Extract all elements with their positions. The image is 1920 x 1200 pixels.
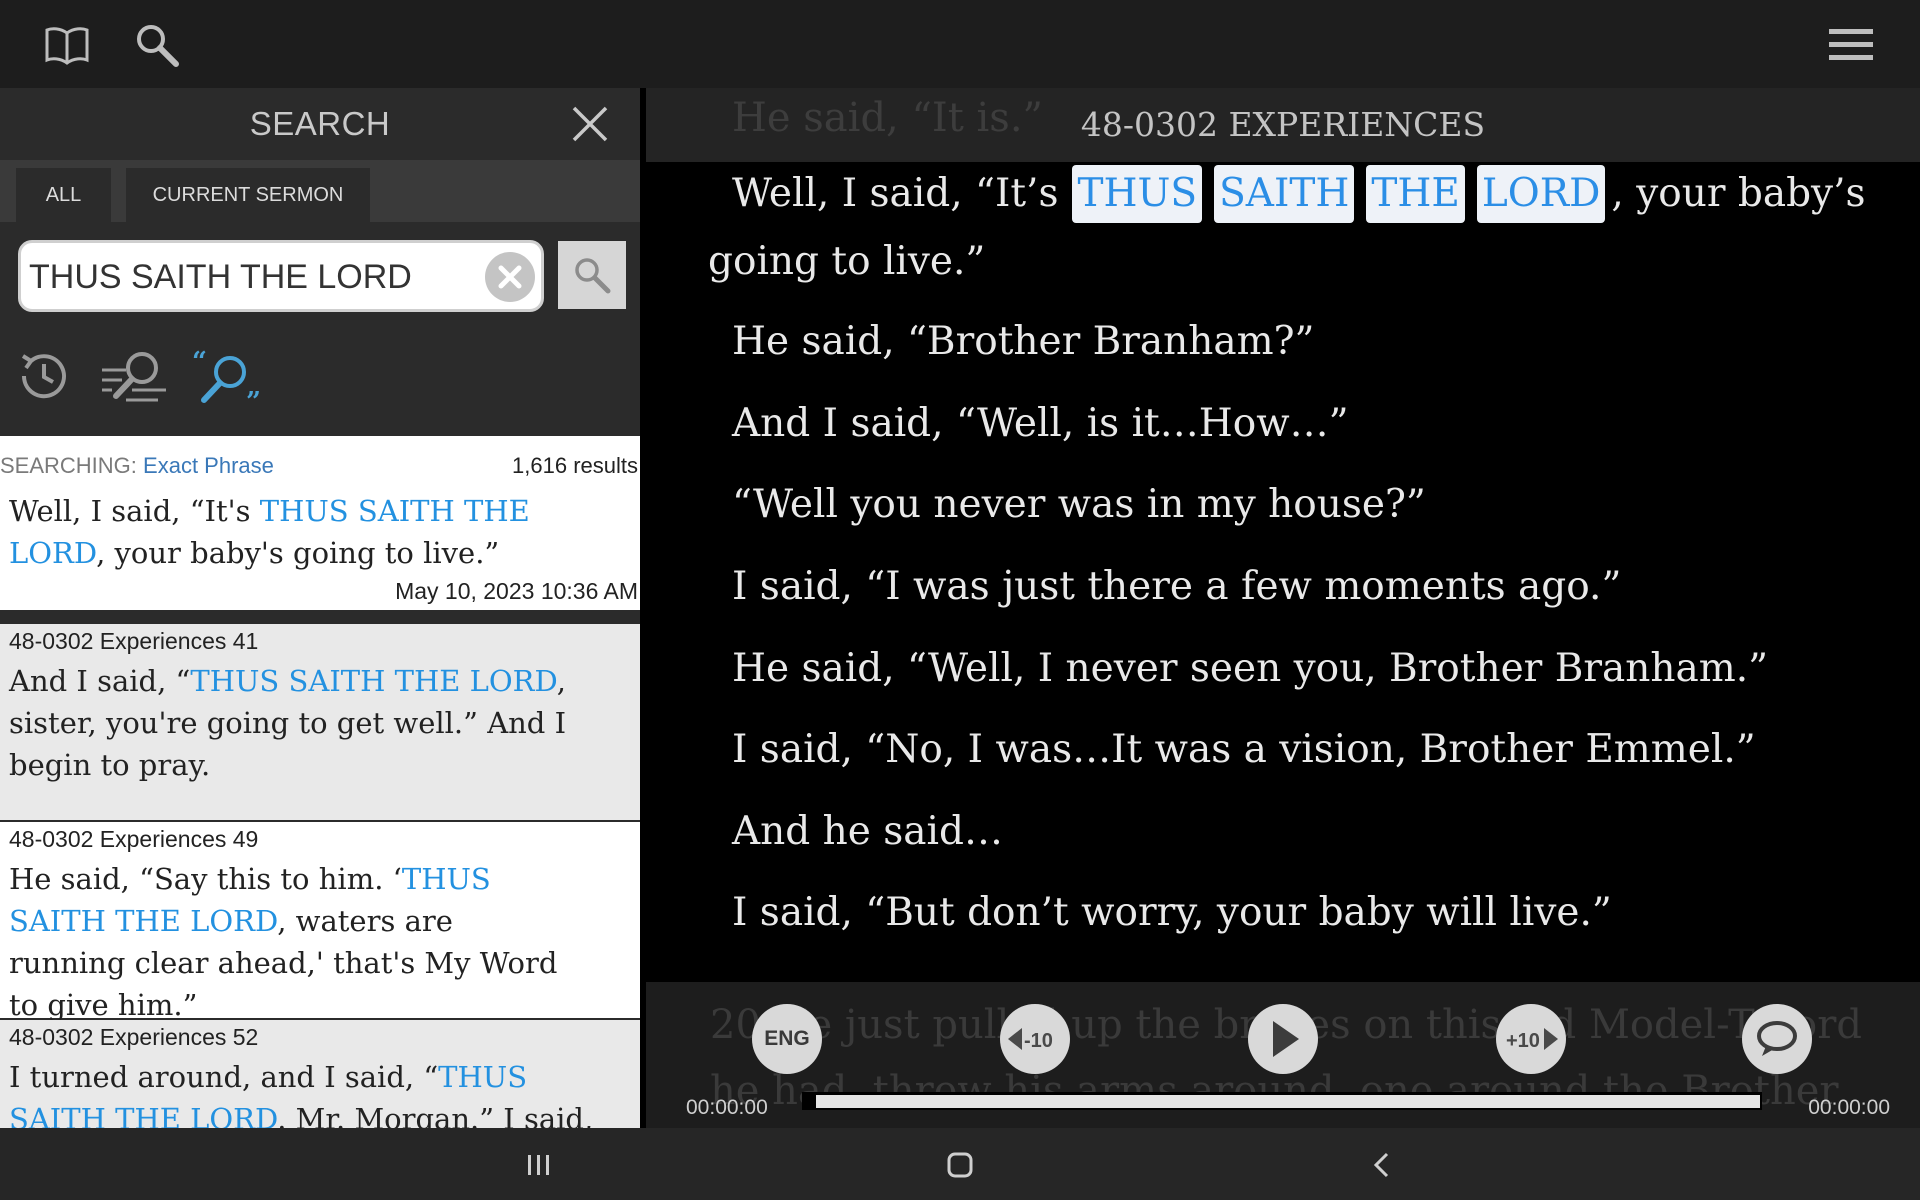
search-mode-options: “” — [0, 330, 640, 436]
status-label: SEARCHING: — [0, 453, 137, 478]
play-button[interactable] — [1248, 1004, 1318, 1074]
play-icon — [1273, 1021, 1299, 1057]
elapsed-time: 00:00:00 — [686, 1096, 768, 1119]
search-box — [18, 240, 544, 312]
paragraph: I said, “But don’t worry, your baby will… — [732, 890, 1612, 935]
search-icon[interactable] — [132, 20, 182, 70]
chat-button[interactable] — [1742, 1004, 1812, 1074]
sermon-title: 48-0302 EXPERIENCES — [1080, 105, 1486, 144]
forward-label: +10 — [1506, 1030, 1540, 1052]
chat-icon — [1757, 1021, 1797, 1056]
progress-track — [816, 1095, 1760, 1108]
sermon-reader: He said, “It is.” 48-0302 EXPERIENCES We… — [646, 88, 1920, 1128]
search-scope-tabs: ALL CURRENT SERMON — [0, 160, 640, 222]
result-text: Well, I said, “It's THUS SAITH THE LORD,… — [9, 494, 530, 570]
result-text: He said, “Say this to him. ‘THUS SAITH T… — [9, 862, 558, 1022]
status-mode: Exact Phrase — [143, 453, 274, 478]
result-text: And I said, “THUS SAITH THE LORD, sister… — [9, 664, 567, 782]
paragraph: And I said, “Well, is it…How…” — [732, 401, 1349, 446]
forward-icon: +10 — [1506, 1028, 1558, 1052]
search-panel-header: SEARCH — [0, 88, 640, 160]
result-date: May 10, 2023 10:36 AM — [395, 578, 638, 604]
paragraph: He said, “Well, I never seen you, Brothe… — [732, 646, 1769, 691]
app-toolbar — [0, 0, 1920, 88]
home-icon[interactable] — [930, 1140, 990, 1190]
tab-all[interactable]: ALL — [16, 168, 111, 222]
clear-icon[interactable] — [485, 252, 535, 302]
language-button[interactable]: ENG — [752, 1004, 822, 1074]
back-icon[interactable] — [1352, 1140, 1412, 1190]
recent-apps-icon[interactable] — [509, 1140, 569, 1190]
search-status: SEARCHING: Exact Phrase 1,616 results — [0, 436, 640, 490]
list-item[interactable]: 48-0302 Experiences 52 I turned around, … — [0, 1020, 640, 1128]
rewind-icon: -10 — [1008, 1028, 1053, 1052]
search-exact-phrase-icon[interactable]: “” — [190, 346, 264, 417]
search-button[interactable] — [558, 241, 626, 309]
book-icon[interactable] — [42, 20, 92, 70]
forward-button[interactable]: +10 — [1496, 1004, 1566, 1074]
list-item[interactable]: 48-0302 Experiences 41 And I said, “THUS… — [0, 624, 640, 820]
paragraph: “Well you never was in my house?” — [732, 482, 1426, 527]
result-count: 1,616 results — [512, 453, 638, 478]
result-reference: 48-0302 Experiences 49 — [9, 826, 259, 852]
paragraph: And he said… — [732, 809, 1003, 854]
list-item[interactable]: 48-0302 Experiences 49 He said, “Say thi… — [0, 822, 640, 1022]
svg-text:“: “ — [192, 347, 207, 377]
svg-text:”: ” — [246, 387, 261, 412]
audio-player: 20 He just pulled up the brakes on this … — [646, 982, 1920, 1128]
result-reference: 48-0302 Experiences 52 — [9, 1024, 259, 1050]
result-reference: 48-0302 Experiences 41 — [9, 628, 259, 654]
search-icon — [575, 258, 611, 294]
paragraph: He said, “Brother Branham?” — [732, 319, 1315, 364]
total-duration: 00:00:00 — [1808, 1096, 1890, 1119]
panel-title: SEARCH — [249, 105, 391, 142]
highlighted-word[interactable]: THUS — [1072, 165, 1203, 223]
paragraph-continuation: going to live.” — [708, 239, 986, 284]
result-match: THUS SAITH THE LORD — [190, 664, 557, 698]
list-item[interactable]: Well, I said, “It's THUS SAITH THE LORD,… — [0, 484, 640, 610]
search-row — [0, 222, 640, 330]
close-icon[interactable] — [568, 102, 612, 146]
tab-current-sermon[interactable]: CURRENT SERMON — [126, 168, 370, 222]
language-label: ENG — [764, 1027, 810, 1050]
reader-header: He said, “It is.” 48-0302 EXPERIENCES — [646, 88, 1920, 162]
menu-icon[interactable] — [1826, 20, 1876, 70]
highlighted-word[interactable]: SAITH — [1214, 165, 1355, 223]
paragraph: I said, “No, I was…It was a vision, Brot… — [732, 727, 1756, 772]
highlighted-word[interactable]: LORD — [1476, 165, 1606, 223]
playback-progress-bar[interactable] — [802, 1092, 1762, 1110]
rewind-button[interactable]: -10 — [1000, 1004, 1070, 1074]
search-panel: SEARCH ALL CURRENT SERMON “” — [0, 88, 640, 1128]
paragraph: Well, I said, “It’s THUS SAITH THE LORD, you… — [732, 164, 1866, 224]
history-icon[interactable] — [14, 346, 88, 416]
search-any-words-icon[interactable] — [98, 346, 172, 416]
system-navigation-bar — [0, 1128, 1920, 1200]
result-text: I turned around, and I said, “THUS SAITH… — [9, 1056, 629, 1128]
highlighted-word[interactable]: THE — [1366, 165, 1465, 223]
search-input[interactable] — [29, 249, 479, 305]
rewind-label: -10 — [1024, 1030, 1053, 1052]
paragraph: I said, “I was just there a few moments … — [732, 564, 1622, 609]
